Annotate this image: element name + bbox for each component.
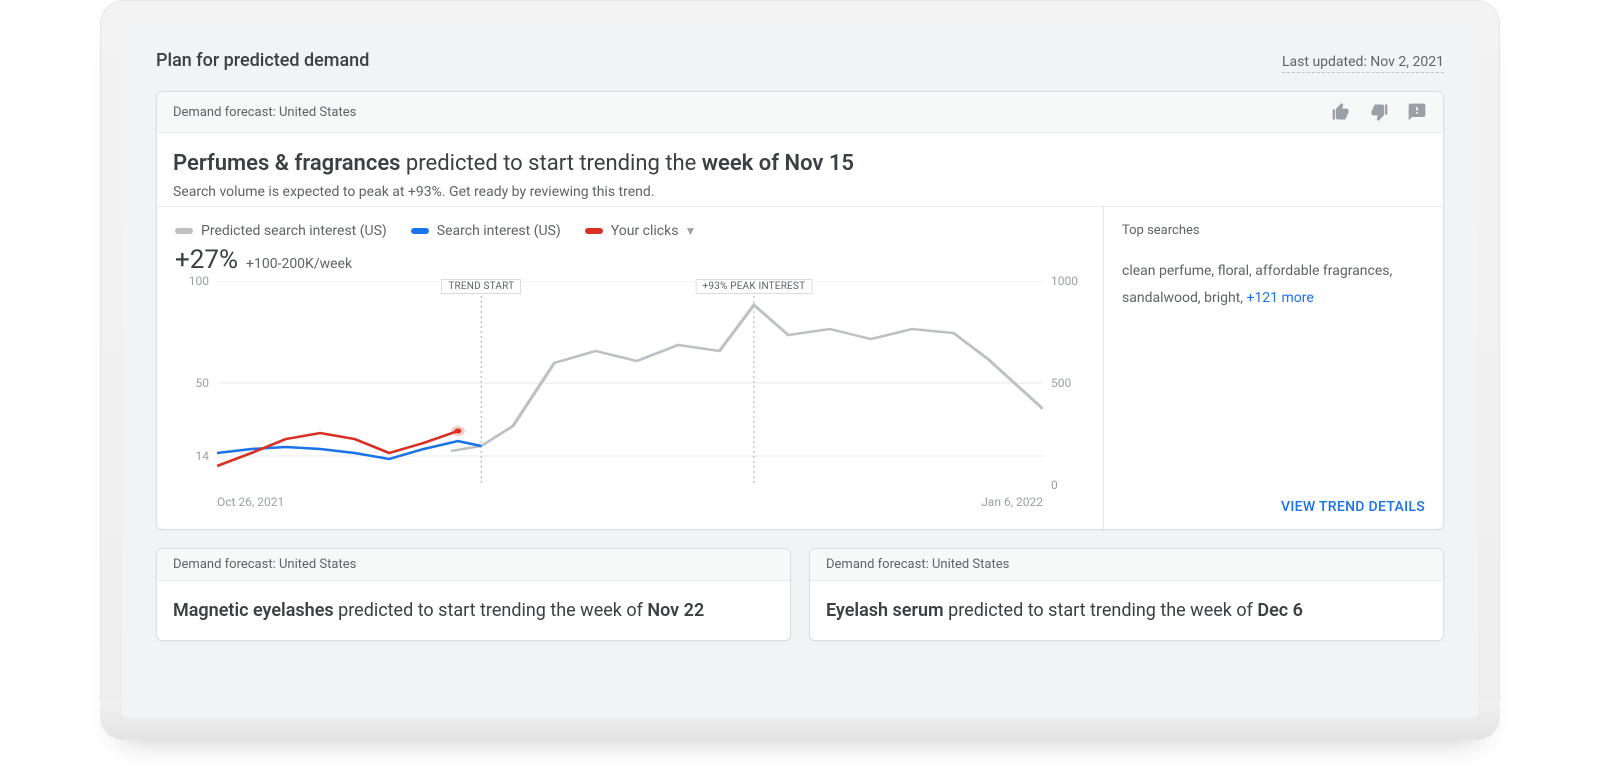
y-left-50: 50 (196, 376, 210, 390)
thumbs-up-icon[interactable] (1331, 102, 1351, 122)
y-left-100: 100 (189, 274, 209, 288)
mini-card-eyelash-serum[interactable]: Demand forecast: United States Eyelash s… (809, 548, 1444, 641)
series-clicks-endpoint (454, 429, 461, 434)
metric-rate: +100-200K/week (246, 256, 352, 272)
legend-predicted: Predicted search interest (US) (175, 223, 387, 239)
feedback-icon[interactable] (1407, 102, 1427, 122)
y-axis-left: 100 50 14 (175, 281, 215, 485)
headline-mid: predicted to start trending the (400, 151, 701, 176)
x-end: Jan 6, 2022 (981, 495, 1043, 511)
y-right-0: 0 (1051, 478, 1058, 492)
mini-headline: Eyelash serum predicted to start trendin… (810, 581, 1443, 640)
y-right-500: 500 (1051, 376, 1071, 390)
chart-svg (217, 281, 1043, 485)
legend-predicted-label: Predicted search interest (US) (201, 223, 387, 239)
page-header: Plan for predicted demand Last updated: … (156, 50, 1444, 73)
laptop-frame: Plan for predicted demand Last updated: … (100, 0, 1500, 740)
view-trend-details-link[interactable]: VIEW TREND DETAILS (1281, 499, 1425, 515)
mini-cards-row: Demand forecast: United States Magnetic … (156, 548, 1444, 641)
forecast-kicker: Demand forecast: United States (173, 105, 356, 120)
mini-topic: Magnetic eyelashes (173, 600, 334, 621)
chevron-down-icon: ▼ (684, 224, 696, 238)
marker-peak-label: +93% PEAK INTEREST (696, 279, 813, 294)
mini-mid: predicted to start trending the week of (334, 600, 648, 621)
mini-week: Nov 22 (647, 600, 704, 621)
mini-kicker: Demand forecast: United States (157, 549, 790, 581)
chart-box: 100 50 14 1000 500 0 TREND START +93% PE… (175, 281, 1085, 511)
mini-topic: Eyelash serum (826, 600, 944, 621)
main-headline: Perfumes & fragrances predicted to start… (173, 151, 1427, 176)
mini-card-magnetic-eyelashes[interactable]: Demand forecast: United States Magnetic … (156, 548, 791, 641)
legend-clicks-label: Your clicks (611, 223, 679, 239)
mini-kicker: Demand forecast: United States (810, 549, 1443, 581)
mini-week: Dec 6 (1257, 600, 1303, 621)
main-card-title-wrap: Perfumes & fragrances predicted to start… (157, 133, 1443, 206)
y-axis-right: 1000 500 0 (1045, 281, 1085, 485)
metric: +27% +100-200K/week (175, 245, 1085, 275)
chart-legend: Predicted search interest (US) Search in… (175, 223, 1085, 239)
top-searches-more-link[interactable]: +121 more (1247, 290, 1314, 306)
metric-pct: +27% (175, 245, 238, 275)
x-start: Oct 26, 2021 (217, 495, 284, 511)
legend-interest: Search interest (US) (411, 223, 561, 239)
last-updated: Last updated: Nov 2, 2021 (1282, 54, 1444, 73)
headline-week: week of Nov 15 (702, 151, 854, 176)
chart-pane: Predicted search interest (US) Search in… (157, 207, 1103, 529)
chart-plot[interactable]: TREND START +93% PEAK INTEREST (217, 281, 1043, 485)
top-searches-list: clean perfume, floral, affordable fragra… (1122, 258, 1425, 311)
legend-clicks[interactable]: Your clicks ▼ (585, 223, 697, 239)
x-axis: Oct 26, 2021 Jan 6, 2022 (217, 489, 1043, 511)
mini-headline: Magnetic eyelashes predicted to start tr… (157, 581, 790, 640)
side-pane: Top searches clean perfume, floral, affo… (1103, 207, 1443, 529)
mini-mid: predicted to start trending the week of (944, 600, 1258, 621)
legend-swatch-red (585, 228, 603, 234)
main-card-split: Predicted search interest (US) Search in… (157, 206, 1443, 529)
feedback-group (1331, 102, 1427, 122)
thumbs-down-icon[interactable] (1369, 102, 1389, 122)
marker-trend-start-label: TREND START (441, 279, 521, 294)
headline-topic: Perfumes & fragrances (173, 151, 400, 176)
main-forecast-card: Demand forecast: United States Perfumes … (156, 91, 1444, 530)
main-subtitle: Search volume is expected to peak at +93… (173, 184, 1427, 200)
series-predicted (451, 305, 1043, 451)
app-screen: Plan for predicted demand Last updated: … (122, 22, 1478, 718)
page-title: Plan for predicted demand (156, 50, 369, 71)
legend-swatch-grey (175, 228, 193, 234)
y-left-14: 14 (196, 449, 210, 463)
top-searches-title: Top searches (1122, 223, 1425, 238)
main-card-header: Demand forecast: United States (157, 92, 1443, 133)
legend-swatch-blue (411, 228, 429, 234)
y-right-1000: 1000 (1051, 274, 1078, 288)
legend-interest-label: Search interest (US) (437, 223, 561, 239)
